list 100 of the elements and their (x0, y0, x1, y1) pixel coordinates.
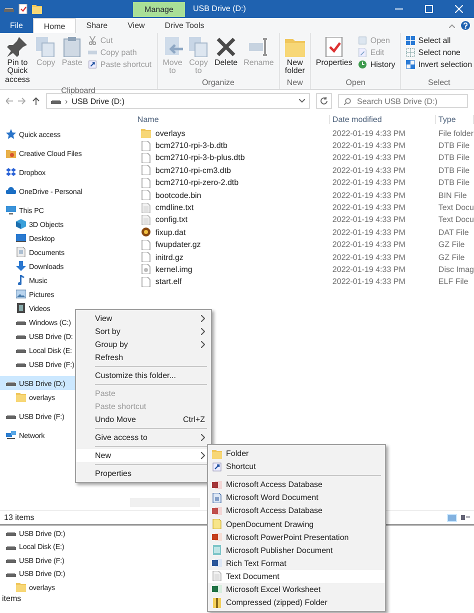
column-header[interactable]: Date modified (330, 115, 436, 124)
ribbon-button[interactable]: Properties (314, 35, 354, 78)
file-name[interactable]: config.txt (135, 214, 330, 225)
file-name[interactable]: bcm2710-rpi-zero-2.dtb (135, 178, 330, 188)
menu-item[interactable]: Shortcut (208, 460, 385, 474)
column-header[interactable]: Name (135, 115, 330, 124)
help-icon[interactable] (461, 21, 470, 30)
cloud-icon (6, 186, 16, 196)
table-cell-text: File folder (437, 128, 474, 138)
menu-item[interactable]: Microsoft Publisher Document (208, 544, 385, 557)
close-icon[interactable] (455, 4, 463, 12)
window-title: USB Drive (D:) (193, 4, 246, 13)
document-icon (212, 492, 222, 503)
ribbon-button[interactable]: Select all (404, 35, 474, 46)
table-cell-text: Text Docu (437, 203, 474, 212)
document-icon (212, 532, 222, 542)
down-arrow-icon (16, 261, 26, 271)
music-note-icon (16, 275, 26, 285)
menu-item[interactable]: OpenDocument Drawing (208, 517, 385, 531)
menu-item[interactable]: Microsoft Access Database (208, 504, 385, 518)
details-view-icon[interactable] (447, 514, 457, 522)
menu-item[interactable]: View (76, 312, 211, 325)
text-file-icon (141, 202, 152, 213)
table-cell-text: 2022-01-19 4:33 PM (331, 178, 406, 188)
disc-image-icon (141, 264, 152, 274)
folder-icon (141, 128, 152, 138)
document-icon (212, 584, 222, 594)
file-icon (141, 252, 152, 262)
breadcrumb-separator[interactable]: › (65, 96, 68, 106)
menu-item[interactable]: Rich Text Format (208, 556, 385, 570)
dropdown-icon[interactable] (299, 99, 305, 103)
file-name[interactable]: bcm2710-rpi-cm3.dtb (135, 165, 330, 176)
file-name[interactable]: cmdline.txt (135, 202, 330, 213)
folder-icon (212, 448, 222, 459)
copy-icon (188, 37, 208, 57)
menu-item[interactable]: Microsoft Access Database (208, 478, 385, 492)
ribbon-tab[interactable]: View (118, 18, 155, 33)
checklist-icon (324, 37, 344, 57)
menu-item[interactable]: Folder (208, 447, 385, 460)
search-field[interactable]: Search USB Drive (D:) (338, 94, 468, 108)
maximize-icon[interactable] (425, 4, 433, 12)
file-name[interactable]: initrd.gz (135, 252, 330, 262)
file-name[interactable]: bootcode.bin (135, 190, 330, 200)
file-icon (141, 140, 152, 151)
folder-icon (6, 148, 16, 158)
menu-item[interactable]: Microsoft Word Document (208, 491, 385, 504)
ribbon-button[interactable]: New folder (282, 35, 307, 78)
address-bar[interactable]: › USB Drive (D:) (46, 93, 310, 109)
ribbon-tab[interactable]: Share (76, 18, 118, 33)
ribbon-button[interactable]: Delete (212, 35, 240, 78)
refresh-icon[interactable] (320, 97, 328, 105)
file-name[interactable]: fwupdater.gz (135, 240, 330, 250)
clipboard-icon (62, 37, 82, 57)
file-name[interactable]: start.elf (135, 276, 330, 287)
menu-item[interactable]: Sort by (76, 325, 211, 338)
menu-item[interactable]: Group by (76, 338, 211, 351)
menu-item[interactable]: Text Document (208, 570, 385, 583)
menu-item[interactable]: Give access to (76, 431, 211, 444)
ribbon-button[interactable]: Pin to Quick access (3, 35, 32, 86)
navigation-arrows-icon[interactable] (6, 97, 40, 105)
ribbon-button[interactable]: Invert selection (404, 59, 474, 70)
document-icon (212, 506, 222, 516)
ribbon-tab[interactable]: Home (32, 18, 76, 33)
file-icon (141, 178, 152, 188)
folder-icon (16, 392, 26, 402)
menu-item[interactable]: Microsoft PowerPoint Presentation (208, 530, 385, 544)
file-name[interactable]: kernel.img (135, 264, 330, 274)
file-name[interactable]: overlays (135, 128, 330, 138)
table-cell-text: 2022-01-19 4:33 PM (331, 252, 406, 262)
file-name[interactable]: bcm2710-rpi-3-b.dtb (135, 140, 330, 151)
menu-item[interactable]: Refresh (76, 351, 211, 364)
table-cell-text: 2022-01-19 4:33 PM (331, 240, 406, 250)
table-cell-text: GZ File (437, 252, 466, 262)
ribbon-button[interactable]: History (356, 59, 398, 70)
ribbon-tab[interactable]: Drive Tools (154, 18, 214, 33)
edit-icon (358, 48, 368, 57)
table-cell-text: 2022-01-19 4:33 PM (331, 228, 406, 237)
folder-icon (284, 37, 305, 57)
menu-item[interactable]: Microsoft Excel Worksheet (208, 582, 385, 596)
table-cell-text: 2022-01-19 4:33 PM (331, 277, 406, 286)
thumbnail-view-icon[interactable] (460, 514, 470, 522)
group-label: Open (344, 78, 366, 89)
column-header[interactable]: Type (436, 115, 474, 124)
rename-icon (248, 37, 269, 57)
text-file-icon (212, 571, 222, 582)
file-icon (141, 240, 152, 250)
table-cell-text: DTB File (437, 166, 471, 175)
file-name[interactable]: fixup.dat (135, 227, 330, 238)
ribbon-button[interactable]: Select none (404, 47, 474, 58)
status-text: items (1, 594, 22, 602)
table-cell-text: 2022-01-19 4:33 PM (331, 203, 406, 212)
contextual-tab[interactable]: Manage (133, 2, 185, 17)
file-name[interactable]: bcm2710-rpi-3-b-plus.dtb (135, 152, 330, 163)
menu-item[interactable]: Properties (76, 467, 211, 480)
pin-icon (7, 37, 28, 57)
menu-item[interactable]: Undo Move Ctrl+Z (76, 413, 211, 426)
document-icon (212, 558, 222, 568)
chevron-icon[interactable] (449, 24, 455, 28)
document-icon (212, 545, 222, 556)
menu-item[interactable]: Compressed (zipped) Folder (208, 596, 385, 610)
